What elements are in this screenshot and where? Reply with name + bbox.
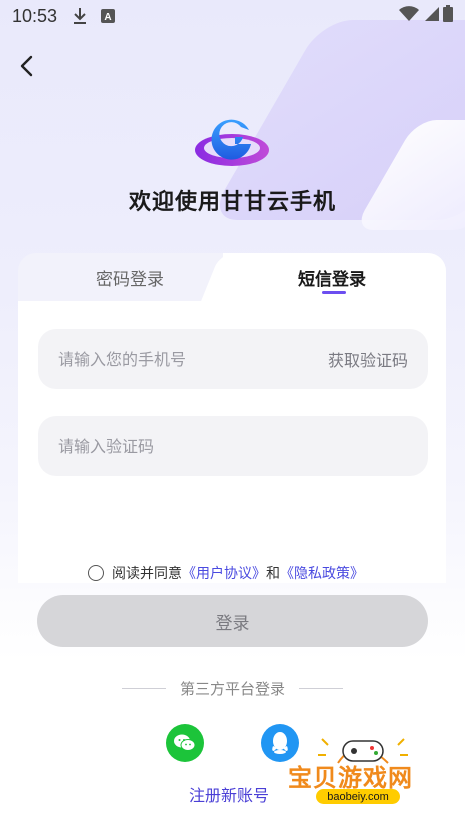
back-button[interactable] (12, 52, 40, 80)
battery-icon (443, 5, 453, 27)
tab-active-indicator (322, 291, 346, 294)
wifi-icon (399, 5, 419, 27)
chevron-left-icon (20, 55, 33, 77)
status-time: 10:53 (12, 5, 58, 26)
get-code-button[interactable]: 获取验证码 (328, 347, 408, 371)
tab-sms-login[interactable]: 短信登录 (298, 265, 366, 290)
status-bar: 10:53 A (0, 0, 465, 32)
login-button[interactable]: 登录 (37, 595, 428, 647)
svg-text:A: A (104, 12, 111, 23)
agreement-and: 和 (266, 566, 280, 582)
divider-right (299, 688, 343, 689)
verification-code-input[interactable] (58, 436, 408, 456)
agreement-checkbox[interactable] (88, 565, 104, 581)
watermark-url: baobeiy.com (316, 789, 400, 804)
download-icon (71, 7, 89, 25)
signal-icon (423, 6, 439, 27)
agreement-row: 阅读并同意 《用户协议》 和 《隐私政策》 (88, 563, 364, 583)
user-agreement-link[interactable]: 《用户协议》 (182, 563, 266, 583)
watermark-text: 宝贝游戏网 (288, 764, 413, 792)
third-party-title: 第三方平台登录 (179, 680, 285, 698)
register-link[interactable]: 注册新账号 (189, 782, 269, 806)
phone-field: 获取验证码 (38, 329, 428, 389)
privacy-policy-link[interactable]: 《隐私政策》 (280, 563, 364, 583)
a-badge-icon: A (99, 7, 117, 25)
welcome-title: 欢迎使用甘甘云手机 (128, 190, 336, 215)
agreement-prefix: 阅读并同意 (112, 566, 182, 582)
app-logo (193, 112, 271, 170)
divider-left (121, 688, 166, 689)
wechat-login-button[interactable] (166, 724, 204, 762)
wechat-icon (174, 734, 196, 751)
tab-password-login[interactable]: 密码登录 (96, 265, 164, 290)
third-party-title-row: 第三方平台登录 (0, 678, 465, 699)
login-card: 密码登录 短信登录 获取验证码 (18, 253, 446, 583)
phone-input[interactable] (58, 349, 328, 369)
code-field (38, 416, 428, 476)
status-right-group (399, 5, 453, 27)
qq-icon (272, 732, 288, 754)
